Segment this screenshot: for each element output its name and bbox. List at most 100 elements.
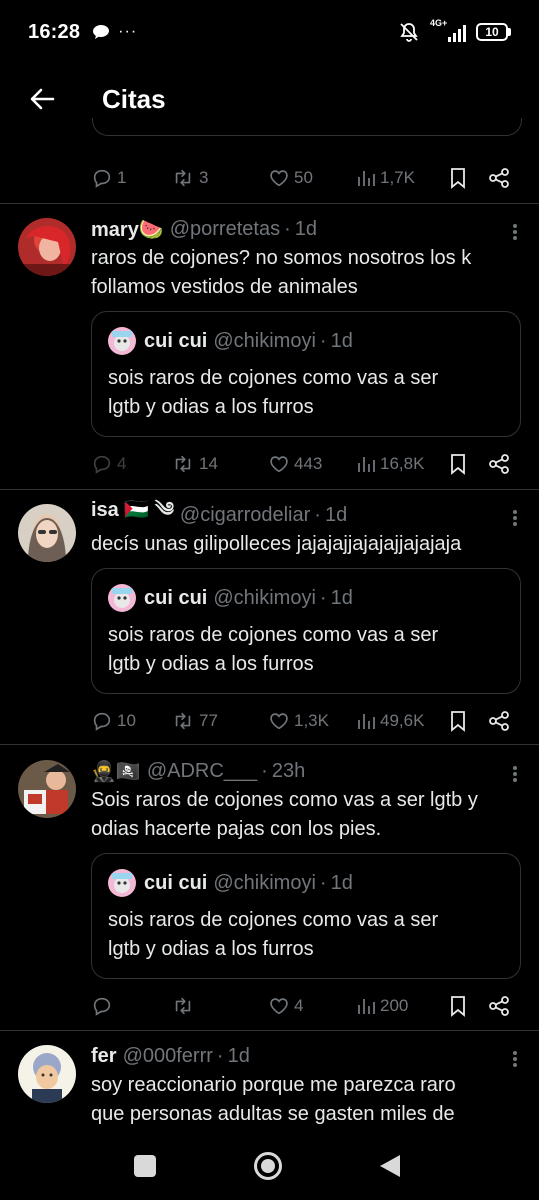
like-count: 50	[294, 168, 313, 187]
quoted-tweet[interactable]: cui cui @chikimoyi · 1d sois raros de co…	[91, 568, 521, 694]
avatar[interactable]	[18, 504, 76, 562]
share-icon	[489, 711, 509, 731]
more-options-button[interactable]	[513, 222, 519, 242]
views-button[interactable]: 1,7K	[356, 165, 448, 191]
retweet-icon	[175, 455, 191, 473]
bookmark-button[interactable]	[448, 708, 488, 734]
quoted-author-handle: @chikimoyi	[213, 586, 316, 609]
reply-icon	[93, 169, 111, 188]
views-icon	[358, 171, 375, 186]
avatar[interactable]	[18, 218, 76, 276]
quoted-author-name: cui cui	[144, 871, 208, 894]
like-count: 443	[294, 454, 323, 473]
like-button[interactable]: 1,3K	[268, 708, 356, 734]
quoted-tweet[interactable]: cui cui @chikimoyi · 1d sois raros de co…	[91, 311, 521, 437]
previous-quote-card[interactable]	[92, 118, 522, 136]
author-handle[interactable]: @ADRC___	[147, 760, 257, 783]
like-button[interactable]: 50	[268, 165, 356, 191]
like-button[interactable]: 4	[268, 993, 356, 1019]
retweet-button[interactable]: 77	[171, 708, 268, 734]
heart-icon	[270, 998, 288, 1015]
back-triangle-icon[interactable]	[378, 1153, 402, 1179]
arrow-left-icon	[30, 88, 55, 110]
reply-icon	[93, 455, 111, 474]
tweet-text-line: odias hacerte pajas con los pies.	[91, 818, 382, 840]
quoted-timestamp: 1d	[330, 871, 353, 894]
author-name[interactable]: 🥷🏴‍☠️	[91, 759, 141, 784]
views-button[interactable]: 16,8K	[356, 451, 448, 477]
retweet-button[interactable]: 3	[171, 165, 268, 191]
author-name[interactable]: mary🍉	[91, 217, 164, 242]
more-options-button[interactable]	[513, 764, 519, 784]
avatar[interactable]	[18, 1045, 76, 1103]
quoted-text-line: lgtb y odias a los furros	[108, 396, 314, 418]
tweet-actions: 10 77 1,3K 49,6K	[91, 708, 523, 734]
author-handle[interactable]: @cigarrodeliar	[180, 504, 310, 527]
bookmark-button[interactable]	[448, 165, 488, 191]
more-options-button[interactable]	[513, 1049, 519, 1069]
reply-button[interactable]: 1	[91, 165, 171, 191]
author-handle[interactable]: @000ferrr	[123, 1045, 213, 1068]
system-navigation-bar	[0, 1135, 539, 1200]
views-count: 16,8K	[380, 454, 425, 473]
author-handle[interactable]: @porretetas	[170, 218, 280, 241]
battery-level: 10	[476, 23, 508, 41]
retweet-count: 77	[199, 711, 218, 730]
views-button[interactable]: 200	[356, 993, 448, 1019]
quoted-tweet[interactable]: cui cui @chikimoyi · 1d sois raros de co…	[91, 853, 521, 979]
retweet-count: 3	[199, 168, 209, 187]
back-button[interactable]	[12, 69, 72, 129]
tweet-text-line: follamos vestidos de animales	[91, 276, 358, 298]
timestamp[interactable]: 23h	[272, 760, 305, 783]
reply-icon	[93, 712, 111, 731]
tweet-text-line: decís unas gilipolleces jajajajjajajajja…	[91, 533, 462, 555]
more-options-button[interactable]	[513, 508, 519, 528]
reply-count: 10	[117, 711, 136, 730]
more-notifications-icon: ···	[118, 23, 138, 40]
share-button[interactable]	[488, 993, 510, 1019]
quoted-author-name: cui cui	[144, 586, 208, 609]
views-count: 200	[380, 996, 409, 1015]
tweet-text-line: que personas adultas se gasten miles de	[91, 1103, 455, 1125]
views-icon	[358, 457, 375, 472]
share-icon	[489, 996, 509, 1016]
timestamp[interactable]: 1d	[295, 218, 317, 241]
retweet-count: 14	[199, 454, 218, 473]
status-time: 16:28	[28, 20, 81, 43]
author-name[interactable]: fer	[91, 1045, 117, 1068]
views-button[interactable]: 49,6K	[356, 708, 448, 734]
divider	[0, 1030, 539, 1031]
timestamp[interactable]: 1d	[325, 504, 347, 527]
reply-icon	[93, 997, 111, 1016]
views-icon	[358, 999, 375, 1014]
share-icon	[489, 168, 509, 188]
recents-button[interactable]	[134, 1155, 156, 1177]
divider	[0, 744, 539, 745]
bookmark-button[interactable]	[448, 451, 488, 477]
avatar[interactable]	[18, 760, 76, 818]
quoted-timestamp: 1d	[330, 586, 353, 609]
bookmark-button[interactable]	[448, 993, 488, 1019]
like-button[interactable]: 443	[268, 451, 356, 477]
share-button[interactable]	[488, 165, 510, 191]
heart-icon	[270, 713, 288, 730]
quoted-avatar	[108, 869, 136, 897]
retweet-button[interactable]: 14	[171, 451, 268, 477]
reply-count: 4	[117, 454, 127, 473]
reply-button[interactable]: 4	[91, 451, 171, 477]
timestamp[interactable]: 1d	[228, 1045, 250, 1068]
quoted-text-line: lgtb y odias a los furros	[108, 653, 314, 675]
retweet-button[interactable]	[171, 993, 268, 1019]
reply-button[interactable]: 10	[91, 708, 171, 734]
reply-button[interactable]	[91, 993, 171, 1019]
previous-tweet-actions: 1 3 50 1,7K	[91, 165, 523, 191]
battery-icon: 10	[476, 23, 511, 41]
tweet-text-line: Sois raros de cojones como vas a ser lgt…	[91, 789, 478, 811]
retweet-icon	[175, 997, 191, 1015]
retweet-icon	[175, 712, 191, 730]
bookmark-icon	[451, 711, 465, 732]
share-button[interactable]	[488, 708, 510, 734]
home-button[interactable]	[254, 1152, 282, 1180]
status-bar: 16:28 ··· 4G+ 10	[0, 0, 539, 64]
share-button[interactable]	[488, 451, 510, 477]
